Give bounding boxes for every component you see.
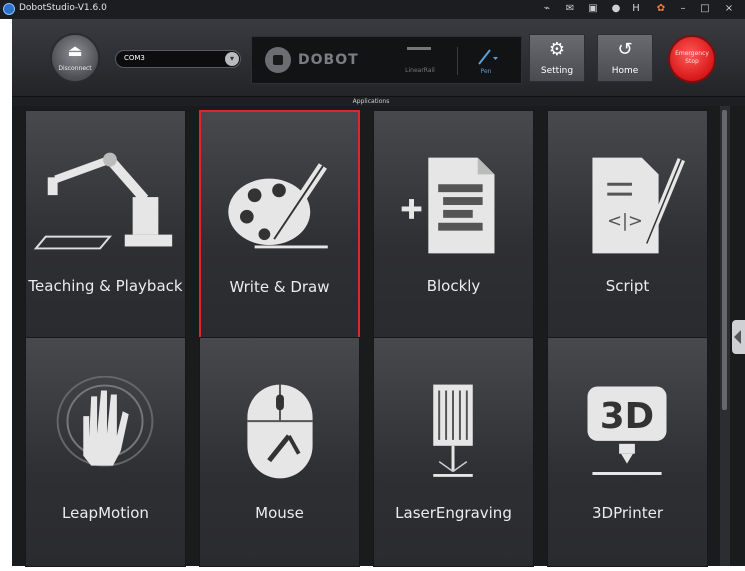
- pen-tool-select[interactable]: Pen: [466, 43, 510, 79]
- pen-icon: [478, 49, 498, 65]
- disconnect-button[interactable]: ⏏ Disconnect: [50, 33, 100, 83]
- camera-icon[interactable]: ▣: [586, 2, 600, 16]
- plug-icon: ⏏: [67, 41, 83, 60]
- skin-icon[interactable]: ✿: [654, 2, 668, 16]
- pen-label: Pen: [480, 68, 492, 75]
- applications-title: Applications: [352, 98, 390, 105]
- port-value: COM3: [124, 54, 145, 62]
- script-document-icon: <|>: [592, 157, 685, 254]
- home-label: Home: [611, 66, 639, 76]
- tile-write-draw[interactable]: Write & Draw: [199, 110, 360, 340]
- mouse-icon: [247, 384, 313, 479]
- window-title: DobotStudio-V1.6.0: [19, 3, 107, 13]
- title-bar: DobotStudio-V1.6.0 ⌁ ✉ ▣ ● H ✿ – □ ×: [0, 0, 745, 19]
- tile-teaching-playback[interactable]: Teaching & Playback: [25, 110, 186, 340]
- wifi-icon[interactable]: ⌁: [540, 2, 554, 16]
- setting-button[interactable]: ⚙ Setting: [529, 34, 585, 82]
- linearrail-label: LinearRail: [405, 67, 435, 74]
- tile-label: Teaching & Playback: [28, 277, 183, 295]
- help-icon[interactable]: H: [629, 2, 643, 16]
- setting-label: Setting: [540, 66, 574, 76]
- divider: [457, 47, 458, 75]
- tile-script[interactable]: <|> Script: [547, 110, 708, 340]
- tile-laserengraving[interactable]: LaserEngraving: [373, 337, 534, 567]
- robot-arm-icon: [33, 152, 173, 250]
- hand-icon: [56, 376, 154, 467]
- scrollbar-thumb[interactable]: [722, 110, 727, 410]
- maximize-icon[interactable]: □: [698, 2, 712, 16]
- svg-text:3D: 3D: [600, 396, 654, 437]
- tile-label: Script: [605, 277, 650, 295]
- disconnect-label: Disconnect: [58, 65, 92, 72]
- tile-leapmotion[interactable]: LeapMotion: [25, 337, 186, 567]
- chevron-down-icon[interactable]: ▾: [225, 52, 239, 66]
- emergency-stop-label: Emergency Stop: [675, 50, 709, 65]
- dobot-brand: DOBOT: [298, 52, 359, 68]
- tile-label: Blockly: [426, 277, 481, 295]
- tile-label: Mouse: [255, 504, 304, 522]
- home-button[interactable]: ↺ Home: [597, 34, 653, 82]
- emergency-stop-button[interactable]: Emergency Stop: [668, 35, 716, 83]
- laser-icon: [433, 384, 473, 477]
- tile-label: 3DPrinter: [592, 504, 663, 522]
- tile-label: LaserEngraving: [395, 504, 512, 522]
- minimize-icon[interactable]: –: [676, 2, 690, 16]
- device-panel: DOBOT LinearRail Pen: [251, 36, 522, 84]
- info-icon[interactable]: ●: [609, 2, 623, 16]
- tile-blockly[interactable]: Blockly: [373, 110, 534, 340]
- gear-icon: ⚙: [548, 39, 566, 60]
- mail-icon[interactable]: ✉: [563, 2, 577, 16]
- svg-text:<|>: <|>: [607, 212, 643, 232]
- 3d-printer-icon: 3D: [587, 386, 667, 475]
- app-logo-icon: [3, 3, 15, 15]
- tile-label: LeapMotion: [62, 504, 149, 522]
- home-arrow-icon: ↺: [617, 39, 633, 60]
- linearrail-button[interactable]: LinearRail: [390, 43, 450, 79]
- blockly-document-icon: [401, 157, 495, 254]
- dobot-logo-icon: [265, 47, 291, 73]
- chevron-left-icon: [734, 330, 741, 344]
- main-toolbar: ⏏ Disconnect COM3 ▾ DOBOT LinearRail Pen…: [12, 19, 745, 97]
- tile-label: Write & Draw: [229, 278, 330, 296]
- tile-mouse[interactable]: Mouse: [199, 337, 360, 567]
- port-select[interactable]: COM3 ▾: [115, 50, 241, 68]
- applications-header: Applications: [12, 97, 745, 106]
- close-icon[interactable]: ×: [722, 2, 736, 16]
- side-panel-toggle[interactable]: [732, 320, 745, 354]
- tile-3dprinter[interactable]: 3D 3DPrinter: [547, 337, 708, 567]
- linear-rail-icon: [407, 47, 431, 57]
- palette-pencil-icon: [228, 163, 328, 249]
